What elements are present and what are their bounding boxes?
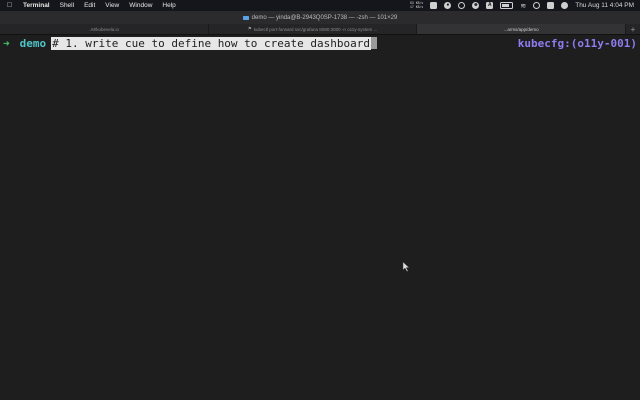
bell-icon: ⚑ <box>247 26 252 31</box>
screen:  Terminal Shell Edit View Window Help 6… <box>0 0 640 400</box>
menu-help[interactable]: Help <box>162 2 175 9</box>
folder-icon <box>242 15 249 21</box>
right-prompt: kubecfg:(o11y-001) <box>517 36 637 50</box>
input-source-icon[interactable]: A <box>486 2 494 9</box>
prompt-arrow-icon: ➜ <box>3 36 10 50</box>
menu-window[interactable]: Window <box>129 2 152 9</box>
tab-bar: ..M/kubevela.io ⚑ kubectl port-forward s… <box>0 24 640 35</box>
apple-icon[interactable]:  <box>6 2 13 9</box>
menu-bar-left:  Terminal Shell Edit View Window Help <box>6 2 176 9</box>
display-icon[interactable] <box>430 2 438 9</box>
menu-shell[interactable]: Shell <box>60 2 74 9</box>
window-title: demo — yinda@B-2943Q0SP-1738 — -zsh — 10… <box>251 14 398 21</box>
battery-icon[interactable] <box>500 2 514 9</box>
new-tab-button[interactable]: + <box>626 24 640 34</box>
wifi-icon[interactable]: ≋ <box>520 2 526 10</box>
app-menu-terminal[interactable]: Terminal <box>23 2 50 9</box>
tab-kubevela[interactable]: ..M/kubevela.io <box>0 24 209 34</box>
command-text[interactable]: # 1. write cue to define how to create d… <box>51 36 372 50</box>
control-center-icon[interactable] <box>547 2 555 9</box>
menu-edit[interactable]: Edit <box>84 2 95 9</box>
menu-bar-clock[interactable]: Thu Aug 11 4:04 PM <box>575 2 634 9</box>
focus-icon[interactable] <box>458 2 466 9</box>
menu-bar-status: 63 KB/s 17 KB/s ● ☻ A ≋ Thu Aug 11 4:04 … <box>409 1 634 10</box>
text-cursor <box>371 37 378 49</box>
tab-label: kubectl port-forward svc/grafana 8080:30… <box>253 26 378 32</box>
tab-label: ...arms/app/demo <box>503 26 539 32</box>
terminal-body[interactable]: ➜ demo # 1. write cue to define how to c… <box>0 35 640 400</box>
tab-demo[interactable]: ...arms/app/demo <box>417 24 627 34</box>
menu-view[interactable]: View <box>105 2 119 9</box>
current-directory: demo <box>19 36 47 50</box>
user-icon[interactable]: ☻ <box>472 2 480 9</box>
siri-icon[interactable] <box>561 2 569 9</box>
tab-label: ..M/kubevela.io <box>88 26 119 32</box>
net-down-speed: 17 KB/s <box>409 4 424 9</box>
menu-bar:  Terminal Shell Edit View Window Help 6… <box>0 0 640 11</box>
record-icon[interactable]: ● <box>444 2 452 9</box>
mouse-pointer-icon <box>402 262 410 272</box>
prompt-line: ➜ demo # 1. write cue to define how to c… <box>3 36 378 50</box>
network-speed[interactable]: 63 KB/s 17 KB/s <box>409 1 424 9</box>
window-titlebar[interactable]: demo — yinda@B-2943Q0SP-1738 — -zsh — 10… <box>0 11 640 24</box>
tab-port-forward[interactable]: ⚑ kubectl port-forward svc/grafana 8080:… <box>209 24 418 34</box>
plus-icon: + <box>630 24 636 34</box>
search-icon[interactable] <box>533 2 541 9</box>
